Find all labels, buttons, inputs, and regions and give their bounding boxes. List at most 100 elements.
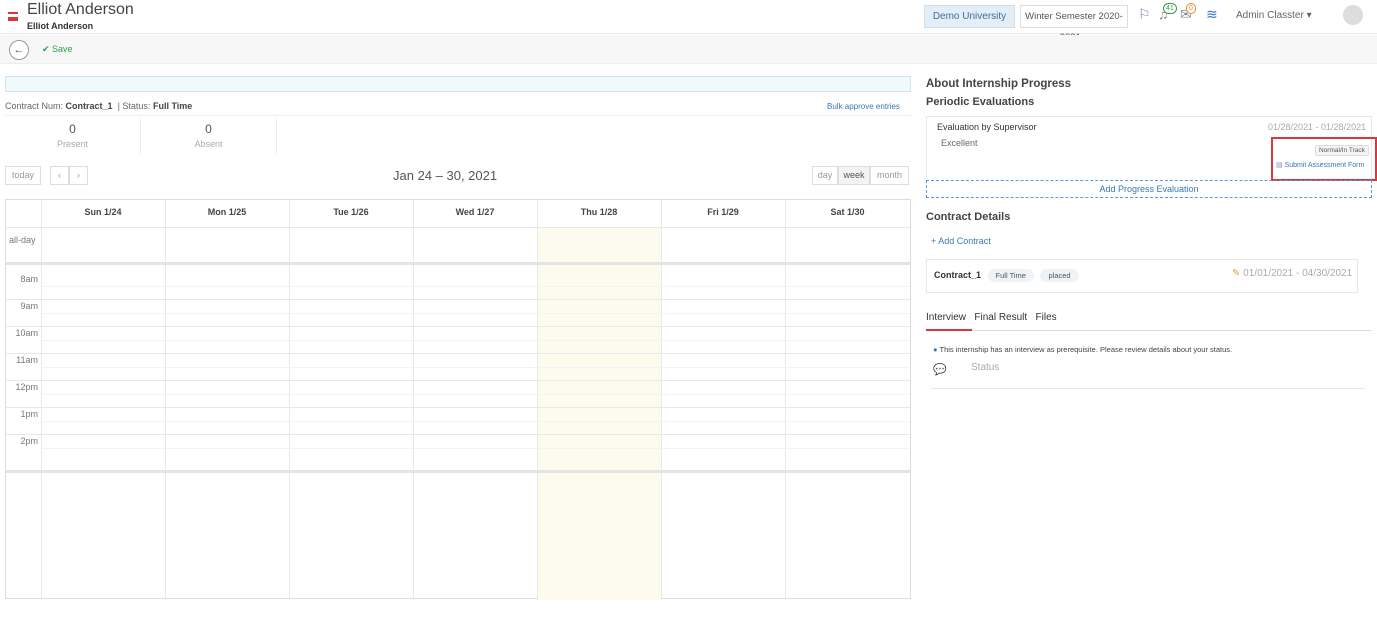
menu-icon[interactable] — [8, 12, 18, 21]
contract-dates-text: 01/01/2021 - 04/30/2021 — [1243, 268, 1353, 279]
calendar-title: Jan 24 – 30, 2021 — [393, 168, 498, 183]
absent-value: 0 — [205, 122, 212, 136]
tab-interview[interactable]: Interview — [926, 312, 966, 323]
divider — [41, 313, 910, 314]
contract-details-heading: Contract Details — [926, 211, 1011, 223]
add-progress-evaluation-button[interactable]: Add Progress Evaluation — [926, 180, 1372, 198]
divider — [6, 262, 910, 265]
divider — [661, 200, 662, 600]
allday-label: all-day — [9, 235, 36, 245]
next-button[interactable]: › — [69, 166, 88, 185]
today-column — [537, 227, 661, 600]
day-header: Fri 1/29 — [707, 207, 739, 217]
contract-status-tag: placed — [1040, 269, 1079, 282]
layers-icon[interactable]: ≋ — [1206, 6, 1218, 23]
hour-label: 1pm — [20, 409, 38, 419]
info-icon: ● — [933, 345, 938, 354]
present-value: 0 — [69, 122, 76, 136]
hour-label: 10am — [15, 328, 38, 338]
divider — [6, 353, 910, 354]
week-calendar: Sun 1/24 Mon 1/25 Tue 1/26 Wed 1/27 Thu … — [5, 199, 911, 600]
divider — [6, 434, 910, 435]
divider — [41, 394, 910, 395]
divider — [165, 200, 166, 600]
hour-label: 11am — [16, 355, 38, 365]
tab-files[interactable]: Files — [1036, 312, 1057, 323]
prev-button[interactable]: ‹ — [50, 166, 69, 185]
absent-label: Absent — [194, 139, 223, 149]
divider — [5, 115, 911, 116]
contract-label: Contract Num: — [5, 101, 64, 111]
back-button[interactable]: ← — [9, 40, 29, 60]
toolbar — [0, 35, 1377, 64]
day-header: Wed 1/27 — [455, 207, 495, 217]
eval-value: Excellent — [941, 138, 978, 148]
hour-label: 2pm — [20, 436, 38, 446]
flag-icon[interactable]: ⚐ — [1138, 6, 1151, 23]
absent-stat: 0 Absent — [141, 122, 276, 149]
today-button[interactable]: today — [5, 166, 41, 185]
divider — [289, 200, 290, 600]
divider — [6, 470, 910, 473]
present-label: Present — [56, 139, 89, 149]
divider — [41, 448, 910, 449]
bulk-approve-link[interactable]: Bulk approve entries — [827, 102, 900, 111]
day-header: Sat 1/30 — [830, 207, 865, 217]
day-header: Thu 1/28 — [580, 207, 618, 217]
mail-badge: 0 — [1186, 3, 1196, 14]
month-view-button[interactable]: month — [870, 166, 909, 185]
divider — [537, 200, 538, 600]
present-stat: 0 Present — [5, 122, 140, 149]
contract-name: Contract_1 Full Time placed — [934, 269, 1079, 282]
day-header: Mon 1/25 — [207, 207, 247, 217]
divider — [41, 367, 910, 368]
chat-icon: 💬 — [933, 364, 947, 376]
contract-info: Contract Num: Contract_1 | Status: Full … — [5, 101, 192, 111]
avatar[interactable] — [1343, 5, 1363, 25]
day-view-button[interactable]: day — [812, 166, 838, 185]
active-tab-indicator — [926, 329, 972, 331]
divider — [41, 286, 910, 287]
hour-label: 9am — [20, 301, 38, 311]
info-text: This internship has an interview as prer… — [939, 345, 1233, 354]
pencil-icon[interactable]: ✎ — [1232, 268, 1240, 279]
divider — [931, 388, 1365, 389]
notification-badge: 41 — [1163, 3, 1177, 14]
contract-dates: ✎ 01/01/2021 - 04/30/2021 — [1232, 268, 1352, 279]
progress-heading: About Internship Progress — [926, 78, 1072, 90]
divider — [6, 407, 910, 408]
semester-select[interactable]: Winter Semester 2020-2021 ▾ — [1020, 5, 1128, 43]
divider — [413, 200, 414, 600]
contract-num: Contract_1 — [65, 101, 113, 111]
add-contract-button[interactable]: + Add Contract — [931, 236, 991, 246]
info-bar — [5, 76, 911, 92]
highlight-box — [1271, 137, 1377, 181]
page-subtitle: Elliot Anderson — [27, 21, 94, 31]
day-header: Sun 1/24 — [84, 207, 122, 217]
divider — [6, 380, 910, 381]
week-view-button[interactable]: week — [838, 166, 870, 185]
contract-status: Full Time — [152, 101, 193, 111]
page-title: Elliot Anderson — [27, 1, 134, 18]
eval-dates: 01/28/2021 - 01/28/2021 — [1268, 122, 1367, 132]
tab-bar: Interview Final Result Files — [926, 312, 1057, 323]
hour-label: 8am — [20, 274, 38, 284]
contract-type-tag: Full Time — [987, 269, 1034, 282]
tab-final-result[interactable]: Final Result — [974, 312, 1027, 323]
divider — [6, 299, 910, 300]
day-header: Tue 1/26 — [333, 207, 369, 217]
divider — [926, 330, 1372, 331]
interview-info: ● This internship has an interview as pr… — [933, 345, 1232, 354]
hour-label: 12pm — [15, 382, 38, 392]
status-label: | Status: — [117, 101, 151, 111]
periodic-heading: Periodic Evaluations — [926, 96, 1035, 108]
divider — [785, 200, 786, 600]
divider — [276, 118, 277, 154]
university-button[interactable]: Demo University — [924, 5, 1015, 28]
divider — [41, 200, 42, 600]
user-menu[interactable]: Admin Classter ▾ — [1236, 10, 1312, 21]
status-label: Status — [971, 362, 1000, 373]
divider — [6, 227, 910, 228]
save-button[interactable]: ✔ Save — [42, 44, 73, 55]
divider — [41, 421, 910, 422]
